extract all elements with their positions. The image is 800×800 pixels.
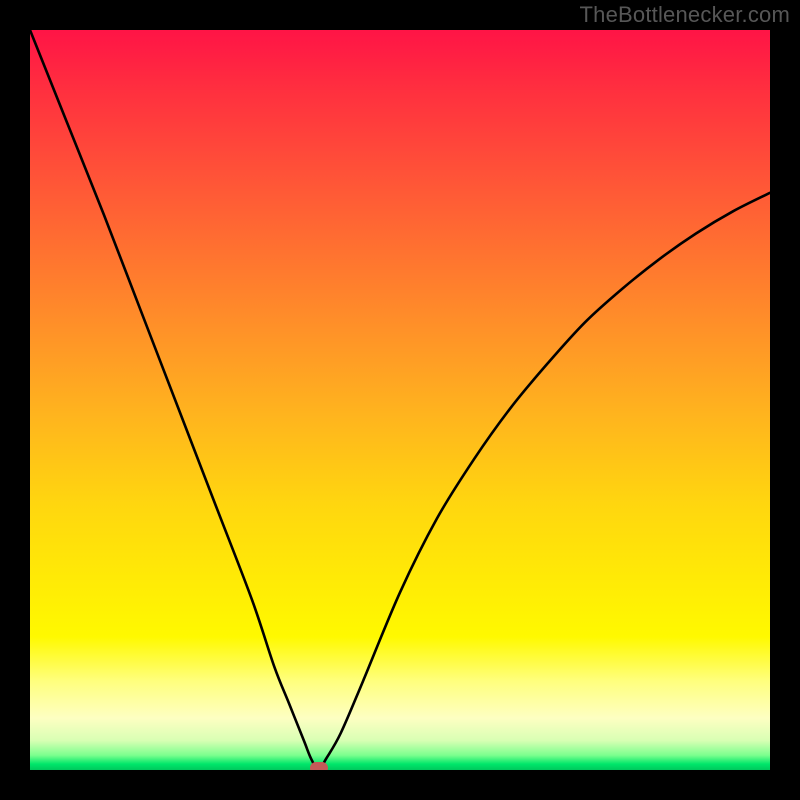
optimal-point-marker: [310, 762, 328, 770]
chart-frame: TheBottlenecker.com: [0, 0, 800, 800]
bottleneck-curve: [30, 30, 770, 770]
attribution-text: TheBottlenecker.com: [580, 2, 790, 28]
plot-area: [30, 30, 770, 770]
curve-path: [30, 30, 770, 770]
